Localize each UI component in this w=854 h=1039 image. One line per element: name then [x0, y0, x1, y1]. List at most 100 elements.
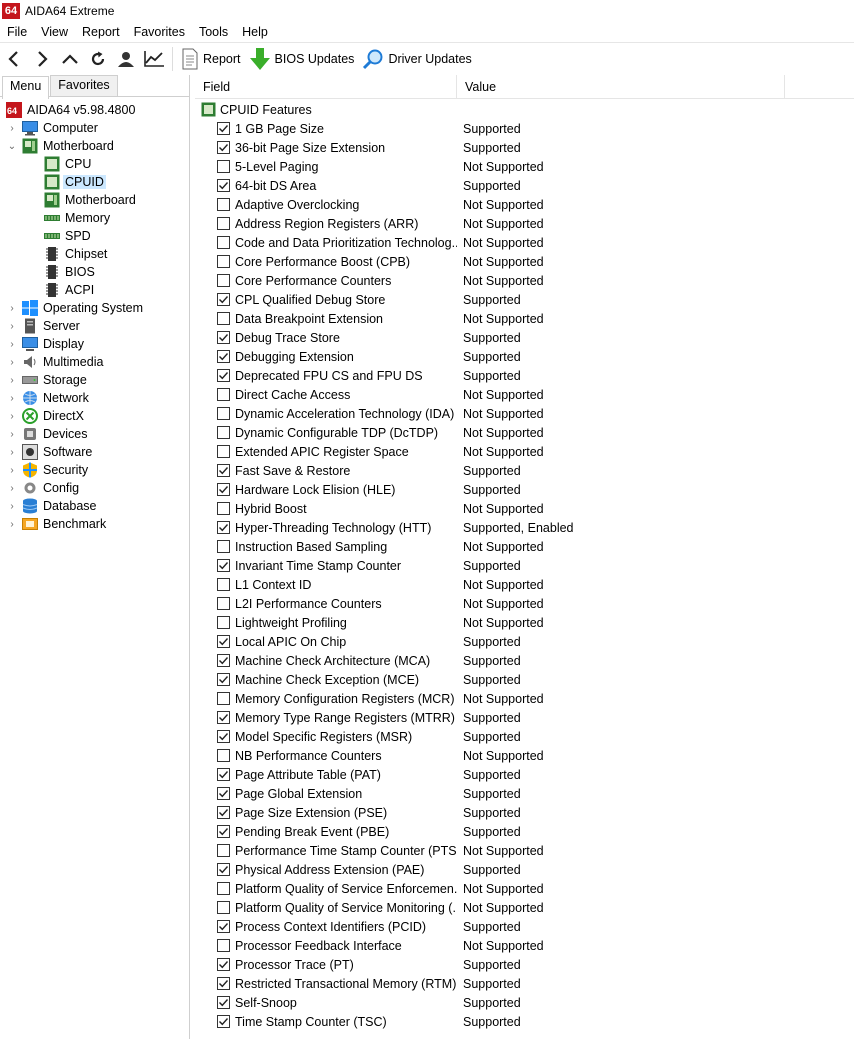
- feature-row[interactable]: Time Stamp Counter (TSC) Supported: [195, 1012, 854, 1031]
- chart-icon[interactable]: [140, 45, 168, 73]
- chevron-down-icon[interactable]: ⌄: [6, 137, 18, 155]
- feature-row[interactable]: L1 Context ID Not Supported: [195, 575, 854, 594]
- feature-row[interactable]: Deprecated FPU CS and FPU DS Supported: [195, 366, 854, 385]
- feature-row[interactable]: Address Region Registers (ARR) Not Suppor…: [195, 214, 854, 233]
- chevron-right-icon[interactable]: ›: [6, 335, 18, 353]
- chevron-right-icon[interactable]: ›: [6, 353, 18, 371]
- tree-item-database[interactable]: › Database: [6, 497, 99, 515]
- tree-item-aida64-v5-98-4800[interactable]: 64 AIDA64 v5.98.4800: [6, 101, 137, 119]
- feature-row[interactable]: Hyper-Threading Technology (HTT) Supporte…: [195, 518, 854, 537]
- group-row[interactable]: CPUID Features: [201, 100, 312, 119]
- feature-row[interactable]: Dynamic Acceleration Technology (IDA) Not…: [195, 404, 854, 423]
- forward-icon[interactable]: [28, 45, 56, 73]
- feature-row[interactable]: Invariant Time Stamp Counter Supported: [195, 556, 854, 575]
- menu-file[interactable]: File: [0, 25, 34, 39]
- chevron-right-icon[interactable]: ›: [6, 461, 18, 479]
- tree-item-operating-system[interactable]: › Operating System: [6, 299, 145, 317]
- tab-favorites[interactable]: Favorites: [50, 75, 118, 96]
- feature-row[interactable]: Hybrid Boost Not Supported: [195, 499, 854, 518]
- bios-updates-button[interactable]: BIOS Updates: [247, 45, 361, 73]
- feature-row[interactable]: Restricted Transactional Memory (RTM) Sup…: [195, 974, 854, 993]
- feature-row[interactable]: Processor Feedback Interface Not Supporte…: [195, 936, 854, 955]
- menu-report[interactable]: Report: [75, 25, 127, 39]
- menu-view[interactable]: View: [34, 25, 75, 39]
- feature-row[interactable]: Core Performance Counters Not Supported: [195, 271, 854, 290]
- feature-row[interactable]: Self-Snoop Supported: [195, 993, 854, 1012]
- tree-item-multimedia[interactable]: › Multimedia: [6, 353, 105, 371]
- feature-row[interactable]: Platform Quality of Service Enforcemen..…: [195, 879, 854, 898]
- user-icon[interactable]: [112, 45, 140, 73]
- feature-row[interactable]: Instruction Based Sampling Not Supported: [195, 537, 854, 556]
- tree-item-motherboard[interactable]: Motherboard: [44, 191, 138, 209]
- refresh-icon[interactable]: [84, 45, 112, 73]
- tree-item-display[interactable]: › Display: [6, 335, 86, 353]
- feature-row[interactable]: Page Global Extension Supported: [195, 784, 854, 803]
- feature-row[interactable]: Data Breakpoint Extension Not Supported: [195, 309, 854, 328]
- menu-help[interactable]: Help: [235, 25, 275, 39]
- up-icon[interactable]: [56, 45, 84, 73]
- feature-row[interactable]: Model Specific Registers (MSR) Supported: [195, 727, 854, 746]
- feature-row[interactable]: 64-bit DS Area Supported: [195, 176, 854, 195]
- feature-row[interactable]: Core Performance Boost (CPB) Not Supporte…: [195, 252, 854, 271]
- feature-row[interactable]: Page Attribute Table (PAT) Supported: [195, 765, 854, 784]
- feature-row[interactable]: Memory Configuration Registers (MCR) Not …: [195, 689, 854, 708]
- value-column-header[interactable]: Value: [457, 75, 785, 98]
- chevron-right-icon[interactable]: ›: [6, 497, 18, 515]
- tree-item-memory[interactable]: Memory: [44, 209, 112, 227]
- feature-row[interactable]: Dynamic Configurable TDP (DcTDP) Not Supp…: [195, 423, 854, 442]
- tree-item-config[interactable]: › Config: [6, 479, 81, 497]
- feature-row[interactable]: Debugging Extension Supported: [195, 347, 854, 366]
- feature-row[interactable]: Process Context Identifiers (PCID) Suppor…: [195, 917, 854, 936]
- chevron-right-icon[interactable]: ›: [6, 407, 18, 425]
- feature-row[interactable]: Machine Check Exception (MCE) Supported: [195, 670, 854, 689]
- feature-row[interactable]: 5-Level Paging Not Supported: [195, 157, 854, 176]
- tree-item-motherboard[interactable]: ⌄ Motherboard: [6, 137, 116, 155]
- tree-item-cpuid[interactable]: CPUID: [44, 173, 106, 191]
- tree-item-acpi[interactable]: ACPI: [44, 281, 96, 299]
- chevron-right-icon[interactable]: ›: [6, 425, 18, 443]
- chevron-right-icon[interactable]: ›: [6, 389, 18, 407]
- feature-row[interactable]: NB Performance Counters Not Supported: [195, 746, 854, 765]
- feature-row[interactable]: Hardware Lock Elision (HLE) Supported: [195, 480, 854, 499]
- tree-item-chipset[interactable]: Chipset: [44, 245, 109, 263]
- chevron-right-icon[interactable]: ›: [6, 515, 18, 533]
- feature-row[interactable]: Local APIC On Chip Supported: [195, 632, 854, 651]
- tree-item-cpu[interactable]: CPU: [44, 155, 93, 173]
- feature-row[interactable]: Direct Cache Access Not Supported: [195, 385, 854, 404]
- feature-row[interactable]: Physical Address Extension (PAE) Supporte…: [195, 860, 854, 879]
- tree-item-benchmark[interactable]: › Benchmark: [6, 515, 108, 533]
- tree-item-server[interactable]: › Server: [6, 317, 82, 335]
- feature-row[interactable]: Lightweight Profiling Not Supported: [195, 613, 854, 632]
- feature-row[interactable]: Memory Type Range Registers (MTRR) Suppor…: [195, 708, 854, 727]
- chevron-right-icon[interactable]: ›: [6, 443, 18, 461]
- feature-row[interactable]: Performance Time Stamp Counter (PTSC) Not…: [195, 841, 854, 860]
- chevron-right-icon[interactable]: ›: [6, 479, 18, 497]
- chevron-right-icon[interactable]: ›: [6, 317, 18, 335]
- report-button[interactable]: Report: [179, 45, 247, 73]
- feature-row[interactable]: Fast Save & Restore Supported: [195, 461, 854, 480]
- feature-row[interactable]: L2I Performance Counters Not Supported: [195, 594, 854, 613]
- feature-row[interactable]: 36-bit Page Size Extension Supported: [195, 138, 854, 157]
- menu-tools[interactable]: Tools: [192, 25, 235, 39]
- feature-row[interactable]: Debug Trace Store Supported: [195, 328, 854, 347]
- tree-item-software[interactable]: › Software: [6, 443, 94, 461]
- chevron-right-icon[interactable]: ›: [6, 119, 18, 137]
- field-column-header[interactable]: Field: [195, 75, 457, 98]
- driver-updates-button[interactable]: Driver Updates: [360, 45, 477, 73]
- feature-row[interactable]: 1 GB Page Size Supported: [195, 119, 854, 138]
- feature-row[interactable]: Processor Trace (PT) Supported: [195, 955, 854, 974]
- tree-item-spd[interactable]: SPD: [44, 227, 93, 245]
- tree-item-directx[interactable]: › DirectX: [6, 407, 86, 425]
- feature-row[interactable]: Pending Break Event (PBE) Supported: [195, 822, 854, 841]
- feature-row[interactable]: Adaptive Overclocking Not Supported: [195, 195, 854, 214]
- tree-item-bios[interactable]: BIOS: [44, 263, 97, 281]
- feature-row[interactable]: CPL Qualified Debug Store Supported: [195, 290, 854, 309]
- tree-item-network[interactable]: › Network: [6, 389, 91, 407]
- tab-menu[interactable]: Menu: [2, 76, 50, 99]
- tree-item-devices[interactable]: › Devices: [6, 425, 89, 443]
- back-icon[interactable]: [0, 45, 28, 73]
- chevron-right-icon[interactable]: ›: [6, 299, 18, 317]
- tree-item-computer[interactable]: › Computer: [6, 119, 100, 137]
- feature-row[interactable]: Platform Quality of Service Monitoring (…: [195, 898, 854, 917]
- tree-item-security[interactable]: › Security: [6, 461, 90, 479]
